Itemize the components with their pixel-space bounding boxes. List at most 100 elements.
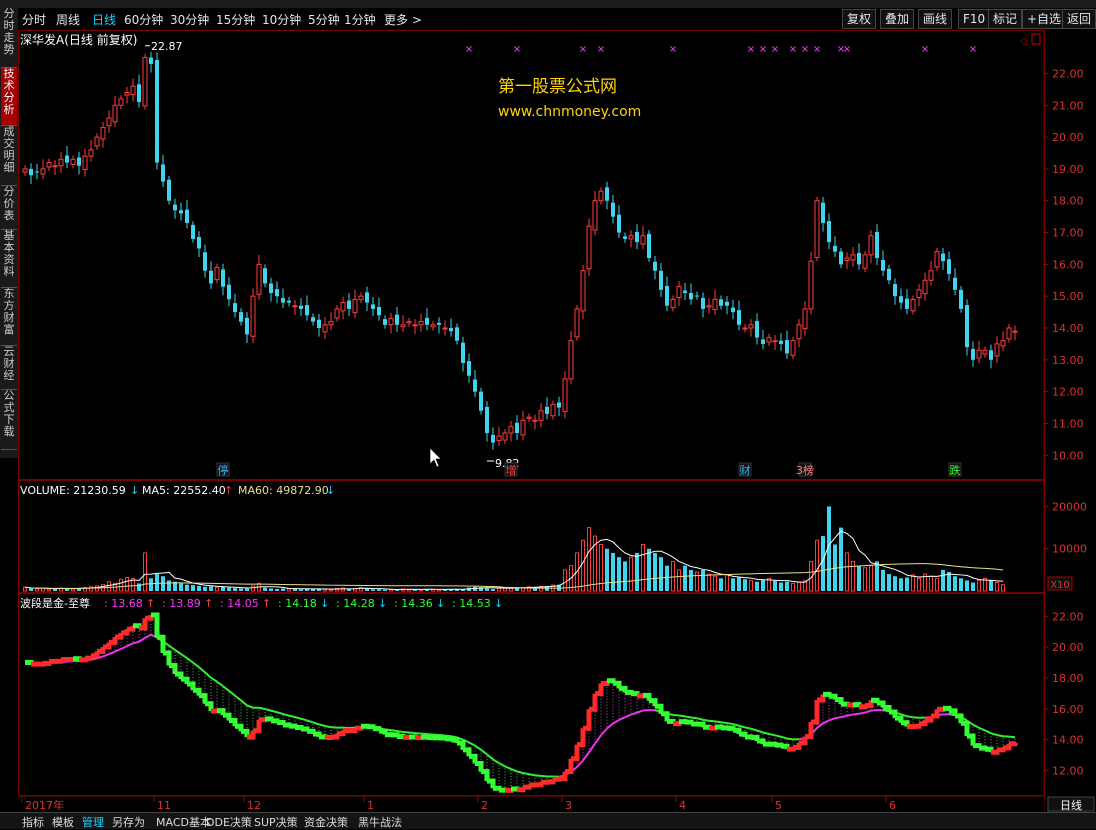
- candle-body-51: [329, 322, 333, 325]
- event-mark-2: ×: [579, 44, 587, 55]
- candle-body-151: [929, 271, 933, 281]
- volume-bar-60: [383, 590, 387, 591]
- ind-fast-seg-83: [517, 787, 523, 790]
- period-tab-7[interactable]: 5分钟: [308, 11, 340, 28]
- candle-body-96: [599, 191, 603, 201]
- ind-fast-seg-65: [409, 737, 415, 738]
- volume-bar-100: [623, 561, 627, 591]
- candle-body-82: [515, 423, 519, 433]
- volume-bar-102: [635, 553, 639, 591]
- ind-slow-seg-111: [685, 716, 691, 717]
- ind-slow-seg-64: [403, 732, 409, 733]
- ind-fast-seg-97: [601, 681, 607, 684]
- volume-bar-145: [893, 576, 897, 591]
- volume-bar-156: [959, 578, 963, 591]
- candle-body-123: [761, 339, 765, 343]
- candle-body-12: [95, 137, 99, 146]
- candle-body-8: [71, 159, 75, 164]
- candle-body-85: [533, 420, 537, 421]
- candle-body-66: [419, 322, 423, 325]
- ind-fast-seg-48: [307, 731, 313, 734]
- candle-body-152: [935, 252, 939, 267]
- ind-fast-seg-102: [631, 694, 637, 696]
- candle-body-134: [827, 221, 831, 242]
- ind-fast-seg-72: [451, 740, 457, 743]
- price-tick-label-6: 16.00: [1052, 258, 1084, 271]
- volume-bar-27: [185, 585, 189, 591]
- period-tab-5[interactable]: 15分钟: [216, 11, 255, 28]
- candle-body-50: [323, 325, 327, 332]
- toolbar-button-2[interactable]: 画线: [918, 9, 952, 29]
- toolbar-button-3[interactable]: F10: [958, 9, 990, 29]
- candle-body-118: [731, 308, 735, 312]
- period-tab-8[interactable]: 1分钟: [344, 11, 376, 28]
- period-tab-4[interactable]: 30分钟: [170, 11, 209, 28]
- side-tab-4[interactable]: 基本资料: [1, 230, 17, 288]
- toolbar-button-1[interactable]: 叠加: [880, 9, 914, 29]
- volume-bar-17: [126, 577, 129, 591]
- volume-ma60-label: MA60: 49872.90: [238, 484, 329, 497]
- ind-fast-seg-128: [787, 748, 793, 750]
- volume-bar-120: [743, 579, 747, 591]
- event-mark-7: ×: [771, 44, 779, 55]
- candle-body-21: [149, 58, 153, 64]
- toolbar-button-5[interactable]: +自选: [1022, 9, 1066, 29]
- period-tab-3[interactable]: 60分钟: [124, 11, 163, 28]
- event-mark-4: ×: [669, 44, 677, 55]
- period-tab-1[interactable]: 周线: [56, 11, 80, 28]
- toolbar-button-6[interactable]: 返回: [1062, 9, 1096, 29]
- ind-fast-seg-63: [397, 737, 403, 738]
- ind-fast-seg-58: [367, 727, 373, 729]
- ind-fast-seg-67: [421, 737, 427, 738]
- candle-body-105: [653, 262, 657, 271]
- candle-body-23: [161, 164, 165, 181]
- price-tick-label-8: 14.00: [1052, 322, 1084, 335]
- candle-body-122: [755, 321, 759, 338]
- period-tab-2[interactable]: 日线: [92, 11, 116, 28]
- ind-slow-seg-85: [529, 774, 535, 775]
- period-tab-6[interactable]: 10分钟: [262, 11, 301, 28]
- candle-body-100: [623, 236, 627, 239]
- ind-slow-seg-87: [541, 776, 547, 777]
- price-tick-label-1: 21.00: [1052, 99, 1084, 112]
- toolbar-button-4[interactable]: 标记: [988, 9, 1022, 29]
- side-tab-3[interactable]: 分价表: [1, 186, 17, 230]
- side-tab-0[interactable]: 分时走势: [1, 8, 17, 68]
- x-axis-label-1: 11: [157, 799, 171, 812]
- candle-body-48: [311, 317, 315, 321]
- volume-bar-119: [737, 577, 741, 591]
- volume-bar-155: [953, 576, 957, 591]
- candle-body-16: [119, 99, 123, 105]
- ind-fast-seg-6: [55, 660, 61, 662]
- ind-fast-seg-19: [133, 626, 139, 628]
- indicator-arrow-3: ↓: [320, 597, 329, 610]
- volume-bar-125: [773, 581, 777, 591]
- volume-bar-103: [642, 545, 645, 592]
- side-tab-6[interactable]: 云财经: [1, 346, 17, 390]
- volume-bar-4: [48, 589, 51, 591]
- ind-slow-seg-67: [421, 734, 427, 735]
- candle-body-43: [281, 298, 285, 302]
- side-tab-5[interactable]: 东方财富: [1, 288, 17, 346]
- side-tab-7[interactable]: 公式下载: [1, 390, 17, 450]
- toolbar-button-0[interactable]: 复权: [842, 9, 876, 29]
- period-tab-9[interactable]: 更多 >: [384, 11, 422, 28]
- period-tab-0[interactable]: 分时: [22, 11, 46, 28]
- ind-slow-seg-63: [397, 731, 403, 732]
- side-tab-2[interactable]: 成交明细: [1, 126, 17, 186]
- candle-body-132: [815, 201, 819, 258]
- ind-slow-seg-117: [721, 722, 727, 723]
- side-tab-1[interactable]: 技术分析: [1, 68, 17, 126]
- volume-bar-79: [498, 588, 501, 591]
- ind-fast-seg-162: [991, 750, 997, 752]
- candle-body-30: [203, 252, 207, 270]
- ind-slow-seg-139: [853, 714, 859, 715]
- candle-body-150: [923, 280, 927, 293]
- ind-fast-seg-163: [997, 748, 1003, 750]
- side-tabs: 分时走势技术分析成交明细分价表基本资料东方财富云财经公式下载: [0, 8, 19, 458]
- candle-body-127: [785, 340, 789, 353]
- candle-body-53: [341, 303, 345, 311]
- volume-bar-41: [269, 588, 273, 591]
- ind-fast-seg-50: [319, 737, 325, 738]
- volume-bar-16: [120, 579, 123, 591]
